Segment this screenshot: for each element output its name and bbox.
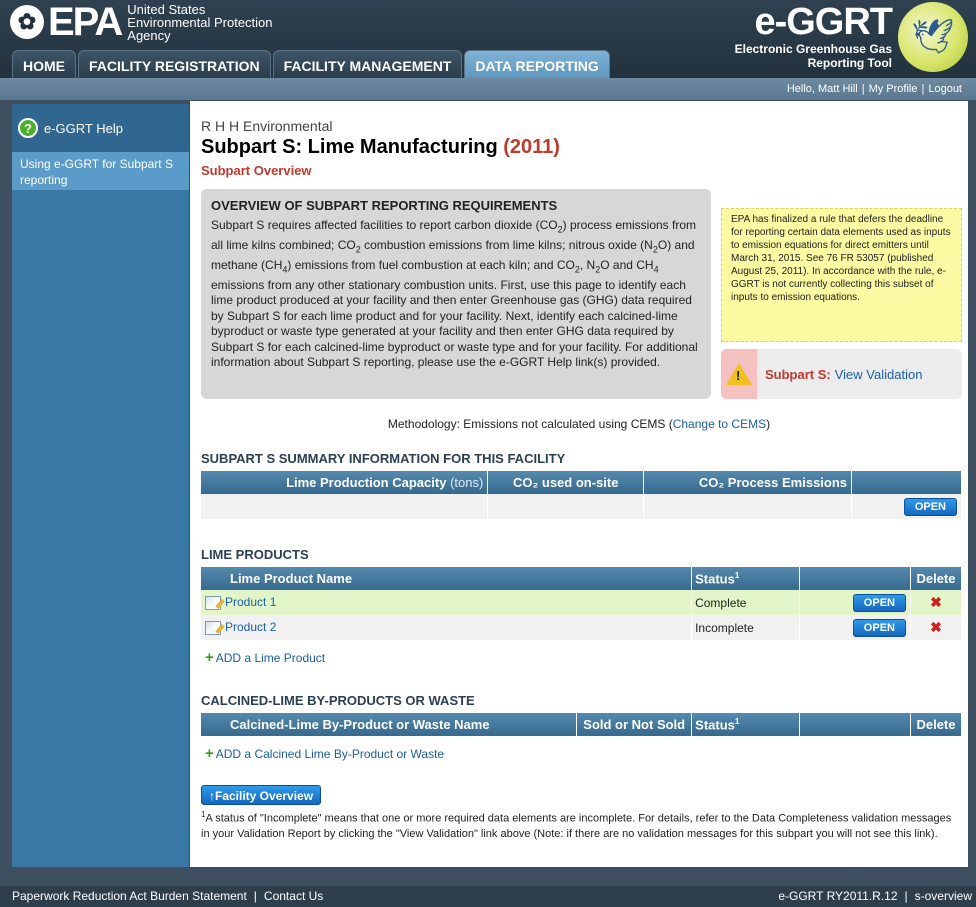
- col-delete: Delete: [910, 567, 963, 590]
- site-footer: Paperwork Reduction Act Burden Statement…: [0, 886, 976, 907]
- facility-overview-button[interactable]: ↑Facility Overview: [201, 785, 322, 805]
- product-link[interactable]: Product 2: [225, 620, 276, 634]
- col-lime-product-name: Lime Product Name: [201, 567, 693, 590]
- site-header: ✿ EPA United States Environmental Protec…: [0, 0, 976, 78]
- tab-home[interactable]: HOME: [12, 50, 76, 78]
- methodology-line: Methodology: Emissions not calculated us…: [387, 417, 771, 431]
- user-bar: Hello, Matt Hill | My Profile | Logout: [0, 78, 976, 100]
- product-open-button[interactable]: OPEN: [852, 618, 906, 637]
- epa-globe-icon: ✿: [10, 5, 44, 39]
- byproducts-table: Calcined-Lime By-Product or Waste Name S…: [201, 713, 963, 736]
- byproducts-heading: CALCINED-LIME BY-PRODUCTS OR WASTE: [201, 693, 475, 708]
- eggrt-logo: e-GGRT Electronic Greenhouse Gas Reporti…: [734, 1, 893, 70]
- product-link[interactable]: Product 1: [225, 595, 276, 609]
- add-byproduct-link[interactable]: + ADD a Calcined Lime By-Product or Waste: [205, 745, 444, 762]
- edit-icon[interactable]: [205, 595, 221, 610]
- sidebar-item-subpart-s-help[interactable]: Using e-GGRT for Subpart S reporting: [12, 152, 189, 190]
- egret-logo-icon: 🕊: [898, 2, 968, 72]
- col-status: Status1: [691, 567, 801, 590]
- main-nav-tabs: HOME FACILITY REGISTRATION FACILITY MANA…: [12, 50, 612, 78]
- product-status: Incomplete: [691, 615, 801, 640]
- col-co2-process-emissions: CO₂ Process Emissions: [643, 471, 853, 494]
- delete-icon[interactable]: ✖: [930, 619, 942, 635]
- footnote: 1A status of "Incomplete" means that one…: [201, 810, 952, 841]
- plus-icon: +: [205, 649, 214, 666]
- col-co2-used: CO₂ used on-site: [487, 471, 645, 494]
- tab-facility-management[interactable]: FACILITY MANAGEMENT: [272, 50, 463, 78]
- summary-open-button[interactable]: OPEN: [903, 497, 957, 516]
- lime-products-heading: LIME PRODUCTS: [201, 547, 309, 562]
- summary-table: Lime Production Capacity (tons) CO₂ used…: [201, 471, 962, 519]
- paperwork-link[interactable]: Paperwork Reduction Act Burden Statement: [12, 889, 247, 903]
- page-id-label: s-overview: [914, 889, 972, 903]
- help-link[interactable]: ? e-GGRT Help: [12, 104, 189, 152]
- view-validation-link[interactable]: View Validation: [835, 367, 923, 382]
- overview-heading: OVERVIEW OF SUBPART REPORTING REQUIREMEN…: [211, 198, 558, 213]
- summary-heading: SUBPART S SUMMARY INFORMATION FOR THIS F…: [201, 451, 566, 466]
- delete-icon[interactable]: ✖: [930, 594, 942, 610]
- contact-us-link[interactable]: Contact Us: [264, 889, 323, 903]
- product-status: Complete: [691, 590, 801, 615]
- sidebar: ? e-GGRT Help Using e-GGRT for Subpart S…: [12, 104, 189, 867]
- summary-row: OPEN: [201, 494, 962, 519]
- epa-logo[interactable]: ✿ EPA United States Environmental Protec…: [10, 0, 273, 44]
- logout-link[interactable]: Logout: [928, 83, 962, 95]
- product-open-button[interactable]: OPEN: [852, 593, 906, 612]
- lime-products-table: Lime Product Name Status1 Delete Product…: [201, 567, 963, 640]
- overview-text: Subpart S requires affected facilities t…: [211, 218, 698, 370]
- validation-panel: ! Subpart S: View Validation: [721, 349, 962, 399]
- user-greeting: Hello, Matt Hill: [786, 83, 858, 95]
- page-title: Subpart S: Lime Manufacturing (2011): [201, 136, 560, 158]
- add-lime-product-link[interactable]: + ADD a Lime Product: [205, 649, 325, 666]
- help-icon: ?: [18, 118, 38, 138]
- col-status: Status1: [691, 713, 801, 736]
- col-byproduct-name: Calcined-Lime By-Product or Waste Name: [201, 713, 578, 736]
- overview-panel: OVERVIEW OF SUBPART REPORTING REQUIREMEN…: [201, 189, 711, 399]
- main-content: R H H Environmental Subpart S: Lime Manu…: [190, 101, 968, 867]
- col-delete: Delete: [910, 713, 963, 736]
- col-production-capacity: Lime Production Capacity (tons): [201, 471, 489, 494]
- change-to-cems-link[interactable]: Change to CEMS: [673, 417, 766, 431]
- epa-wordmark: EPA: [48, 0, 123, 44]
- validation-label: Subpart S:: [765, 366, 831, 382]
- table-row: Product 2 Incomplete OPEN ✖: [201, 615, 963, 640]
- table-row: Product 1 Complete OPEN ✖: [201, 590, 963, 615]
- plus-icon: +: [205, 745, 214, 762]
- col-sold: Sold or Not Sold: [576, 713, 693, 736]
- my-profile-link[interactable]: My Profile: [869, 83, 918, 95]
- page-subtitle: Subpart Overview: [201, 163, 312, 178]
- tab-facility-registration[interactable]: FACILITY REGISTRATION: [78, 50, 271, 78]
- warning-icon: !: [726, 363, 752, 385]
- edit-icon[interactable]: [205, 620, 221, 635]
- tab-data-reporting[interactable]: DATA REPORTING: [464, 50, 610, 78]
- version-label: e-GGRT RY2011.R.12: [778, 889, 898, 903]
- agency-name: United States Environmental Protection A…: [127, 1, 273, 43]
- help-label: e-GGRT Help: [44, 120, 123, 136]
- deferral-notice: EPA has finalized a rule that defers the…: [721, 208, 962, 342]
- company-name: R H H Environmental: [201, 118, 333, 134]
- reporting-year: (2011): [503, 136, 560, 158]
